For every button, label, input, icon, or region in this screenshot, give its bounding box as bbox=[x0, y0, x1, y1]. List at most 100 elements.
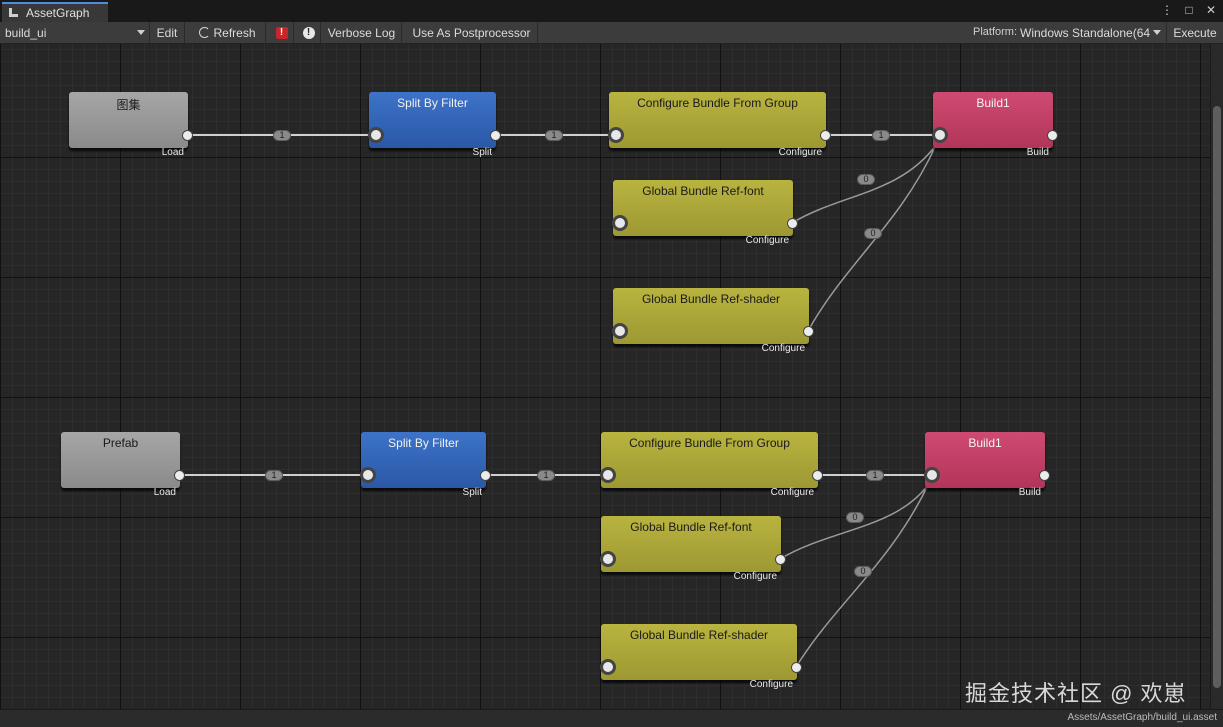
edge-count-badge: 0 bbox=[864, 228, 882, 239]
output-port[interactable] bbox=[480, 470, 491, 481]
input-port[interactable] bbox=[608, 127, 624, 143]
input-port[interactable] bbox=[600, 551, 616, 567]
output-port[interactable] bbox=[812, 470, 823, 481]
node-title: Split By Filter bbox=[397, 96, 468, 110]
edge-count-badge: 0 bbox=[854, 566, 872, 577]
node-configure-bundle-from-group[interactable]: Configure Bundle From Group Configure bbox=[600, 432, 823, 498]
edge-count-badge: 1 bbox=[273, 130, 291, 141]
node-title: Prefab bbox=[102, 436, 139, 450]
platform-label: Platform: bbox=[973, 26, 1018, 38]
asset-path: Assets/AssetGraph/build_ui.asset bbox=[1067, 712, 1217, 723]
graph-select-value: build_ui bbox=[5, 25, 47, 40]
execute-button[interactable]: Execute bbox=[1166, 22, 1223, 43]
input-port[interactable] bbox=[360, 467, 376, 483]
input-port[interactable] bbox=[612, 215, 628, 231]
scrollbar-thumb[interactable] bbox=[1213, 106, 1221, 688]
output-port[interactable] bbox=[787, 218, 798, 229]
window-tab-strip: AssetGraph ⋮ □ ✕ bbox=[0, 0, 1223, 23]
watermark-text: 掘金技术社区 @ 欢崽 bbox=[965, 681, 1187, 706]
error-icon: ! bbox=[275, 26, 288, 39]
node-title: Build1 bbox=[968, 436, 1002, 450]
error-toggle-button[interactable]: ! bbox=[270, 22, 294, 43]
node-kind-label: Configure bbox=[761, 343, 805, 354]
node-kind-label: Configure bbox=[778, 147, 822, 158]
node-kind-label: Configure bbox=[733, 571, 777, 582]
input-port[interactable] bbox=[932, 127, 948, 143]
input-port[interactable] bbox=[612, 323, 628, 339]
node-title: Global Bundle Ref-font bbox=[630, 520, 752, 534]
node-load-prefab[interactable]: Prefab Load bbox=[61, 432, 185, 498]
node-split-by-filter[interactable]: Split By Filter Split bbox=[368, 92, 501, 158]
node-build[interactable]: Build1 Build bbox=[932, 92, 1058, 158]
edge-count-badge: 0 bbox=[857, 174, 875, 185]
output-port[interactable] bbox=[820, 130, 831, 141]
use-as-postprocessor-toggle[interactable]: Use As Postprocessor bbox=[406, 22, 538, 43]
node-title: Configure Bundle From Group bbox=[637, 96, 798, 110]
node-kind-label: Load bbox=[153, 487, 176, 498]
edge-count-badge: 1 bbox=[265, 470, 283, 481]
platform-value: Windows Standalone(64 bbox=[1020, 25, 1151, 40]
output-port[interactable] bbox=[1039, 470, 1050, 481]
graph-toolbar: build_ui Edit Refresh ! ! Verbose Log Us… bbox=[0, 22, 1223, 44]
maximize-icon[interactable]: □ bbox=[1183, 3, 1195, 17]
node-title: Global Bundle Ref-font bbox=[642, 184, 764, 198]
node-kind-label: Load bbox=[161, 147, 184, 158]
node-title: Global Bundle Ref-shader bbox=[629, 628, 769, 642]
graph-canvas[interactable]: 1 1 1 0 0 1 1 1 0 0 图集 Load Split By Fil… bbox=[0, 44, 1210, 709]
window-controls: ⋮ □ ✕ bbox=[1161, 3, 1217, 17]
warning-toggle-button[interactable]: ! bbox=[297, 22, 321, 43]
node-global-bundle-ref-shader[interactable]: Global Bundle Ref-shader Configure bbox=[612, 288, 814, 354]
node-kind-label: Build bbox=[1018, 487, 1041, 498]
chevron-down-icon bbox=[137, 30, 145, 35]
edge-count-badge: 0 bbox=[846, 512, 864, 523]
platform-dropdown[interactable]: Windows Standalone(64 bbox=[1018, 22, 1164, 43]
vertical-scrollbar[interactable] bbox=[1210, 44, 1223, 709]
edit-button[interactable]: Edit bbox=[150, 22, 185, 43]
node-title: Split By Filter bbox=[388, 436, 459, 450]
node-kind-label: Configure bbox=[745, 235, 789, 246]
node-title: Build1 bbox=[976, 96, 1010, 110]
node-title: Configure Bundle From Group bbox=[629, 436, 790, 450]
node-global-bundle-ref-font[interactable]: Global Bundle Ref-font Configure bbox=[600, 516, 786, 582]
edge-count-badge: 1 bbox=[545, 130, 563, 141]
graph-select-dropdown[interactable]: build_ui bbox=[0, 22, 150, 43]
node-kind-label: Configure bbox=[770, 487, 814, 498]
node-title: Global Bundle Ref-shader bbox=[641, 292, 781, 306]
tab-title: AssetGraph bbox=[26, 6, 90, 20]
output-port[interactable] bbox=[182, 130, 193, 141]
node-kind-label: Configure bbox=[749, 679, 793, 690]
window-menu-icon[interactable]: ⋮ bbox=[1161, 3, 1173, 17]
status-bar: Assets/AssetGraph/build_ui.asset bbox=[0, 709, 1223, 727]
edge-count-badge: 1 bbox=[872, 130, 890, 141]
output-port[interactable] bbox=[791, 662, 802, 673]
input-port[interactable] bbox=[600, 659, 616, 675]
node-split-by-filter[interactable]: Split By Filter Split bbox=[360, 432, 491, 498]
output-port[interactable] bbox=[490, 130, 501, 141]
output-port[interactable] bbox=[775, 554, 786, 565]
node-kind-label: Split bbox=[462, 487, 482, 498]
node-load-atlas[interactable]: 图集 Load bbox=[69, 92, 193, 158]
tab-assetgraph[interactable]: AssetGraph bbox=[2, 2, 108, 22]
refresh-label: Refresh bbox=[213, 25, 256, 40]
verbose-log-toggle[interactable]: Verbose Log bbox=[322, 22, 402, 43]
input-port[interactable] bbox=[924, 467, 940, 483]
refresh-button[interactable]: Refresh bbox=[190, 22, 266, 43]
graph-window-icon bbox=[8, 7, 20, 19]
node-global-bundle-ref-shader[interactable]: Global Bundle Ref-shader Configure bbox=[600, 624, 802, 690]
edge-count-badge: 1 bbox=[866, 470, 884, 481]
close-icon[interactable]: ✕ bbox=[1205, 3, 1217, 17]
node-global-bundle-ref-font[interactable]: Global Bundle Ref-font Configure bbox=[612, 180, 798, 246]
node-kind-label: Split bbox=[472, 147, 492, 158]
chevron-down-icon bbox=[1153, 30, 1161, 35]
node-configure-bundle-from-group[interactable]: Configure Bundle From Group Configure bbox=[608, 92, 831, 158]
node-build[interactable]: Build1 Build bbox=[924, 432, 1050, 498]
warning-icon: ! bbox=[302, 26, 315, 39]
input-port[interactable] bbox=[368, 127, 384, 143]
output-port[interactable] bbox=[1047, 130, 1058, 141]
edge-count-badge: 1 bbox=[537, 470, 555, 481]
node-title: 图集 bbox=[116, 98, 141, 112]
node-kind-label: Build bbox=[1026, 147, 1049, 158]
output-port[interactable] bbox=[803, 326, 814, 337]
output-port[interactable] bbox=[174, 470, 185, 481]
input-port[interactable] bbox=[600, 467, 616, 483]
